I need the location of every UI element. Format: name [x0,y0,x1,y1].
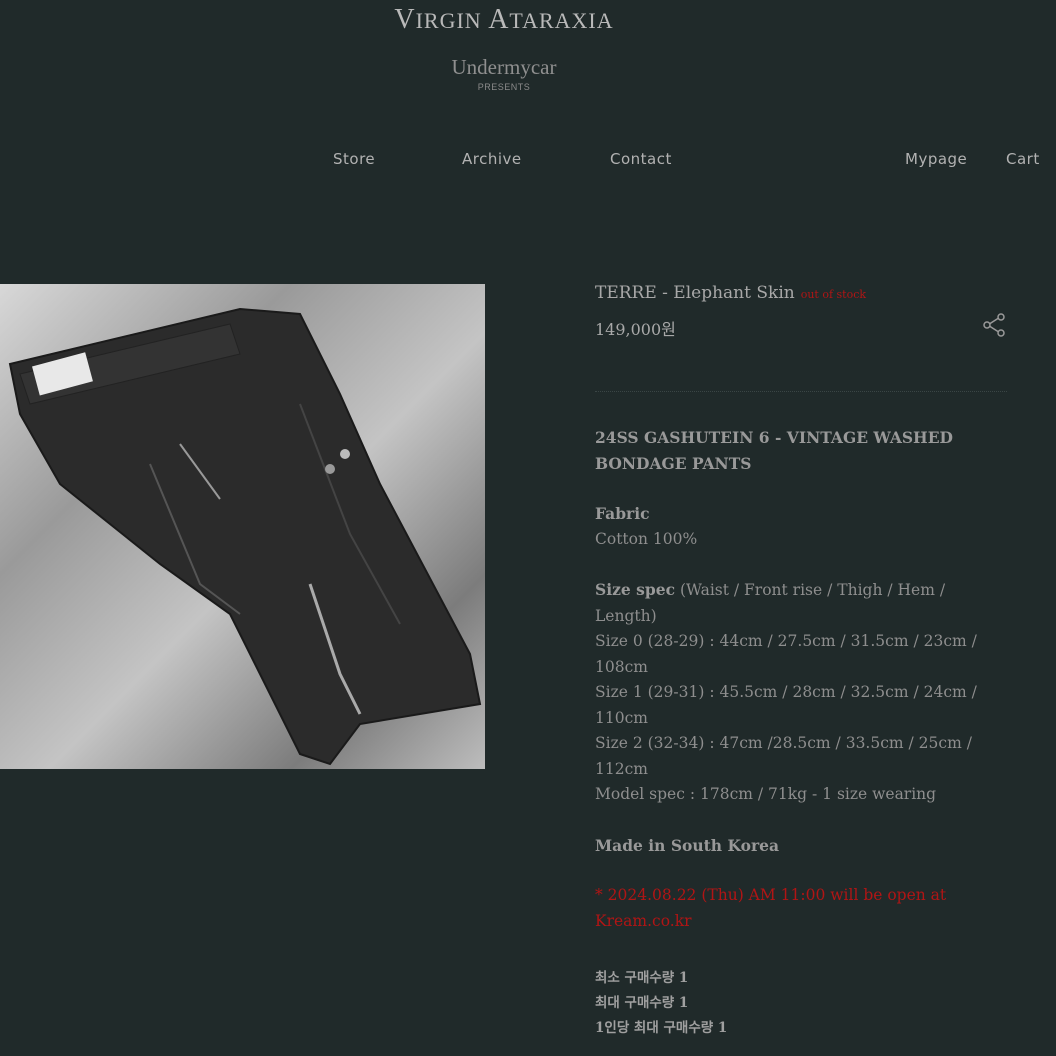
product-price: 149,000원 [595,320,676,339]
nav-contact[interactable]: Contact [610,150,672,168]
nav-cart[interactable]: Cart [1006,150,1040,168]
open-notice: * 2024.08.22 (Thu) AM 11:00 will be open… [595,886,947,930]
brand-logo[interactable]: VIRGIN ATARAXIA [0,4,1008,36]
fabric-label: Fabric [595,504,650,523]
product-title: TERRE - Elephant Skin [595,283,795,303]
fabric-value: Cotton 100% [595,529,698,548]
product-info: TERRE - Elephant Skin out of stock 149,00… [595,283,1007,1036]
stock-status-badge: out of stock [800,288,867,301]
sub-brand-name: Undermycar [451,55,557,79]
purchase-quantity-info: 최소 구매수량 1 최대 구매수량 1 1인당 최대 구매수량 1 [595,966,727,1041]
divider [595,391,1007,392]
nav-store[interactable]: Store [333,150,375,168]
size-spec-label: Size spec [595,580,676,599]
size-2-line: Size 2 (32-34) : 47cm /28.5cm / 33.5cm /… [595,734,972,778]
size-1-line: Size 1 (29-31) : 45.5cm / 28cm / 32.5cm … [595,683,977,727]
model-spec: Model spec : 178cm / 71kg - 1 size weari… [595,785,937,803]
max-qty: 최대 구매수량 1 [595,995,689,1011]
nav-archive[interactable]: Archive [462,150,522,168]
size-spec-block: Size spec (Waist / Front rise / Thigh / … [595,577,990,629]
per-person-qty: 1인당 최대 구매수량 1 [595,1020,728,1036]
presents-label: PRESENTS [477,82,531,92]
size-0-line: Size 0 (28-29) : 44cm / 27.5cm / 31.5cm … [595,632,977,676]
product-heading: 24SS GASHUTEIN 6 - VINTAGE WASHED BONDAG… [595,428,953,473]
nav-mypage[interactable]: Mypage [905,150,967,168]
product-image[interactable] [0,284,485,769]
brand-subtitle: Undermycar PRESENTS [0,55,1008,92]
min-qty: 최소 구매수량 1 [595,970,689,986]
product-description: 24SS GASHUTEIN 6 - VINTAGE WASHED BONDAG… [595,425,990,934]
product-title-row: TERRE - Elephant Skin out of stock [595,283,995,303]
brand-logo-text: VIRGIN ATARAXIA [394,4,614,35]
origin-label: Made in South Korea [595,835,780,855]
product-photo [8,307,482,766]
share-icon[interactable] [981,312,1007,338]
